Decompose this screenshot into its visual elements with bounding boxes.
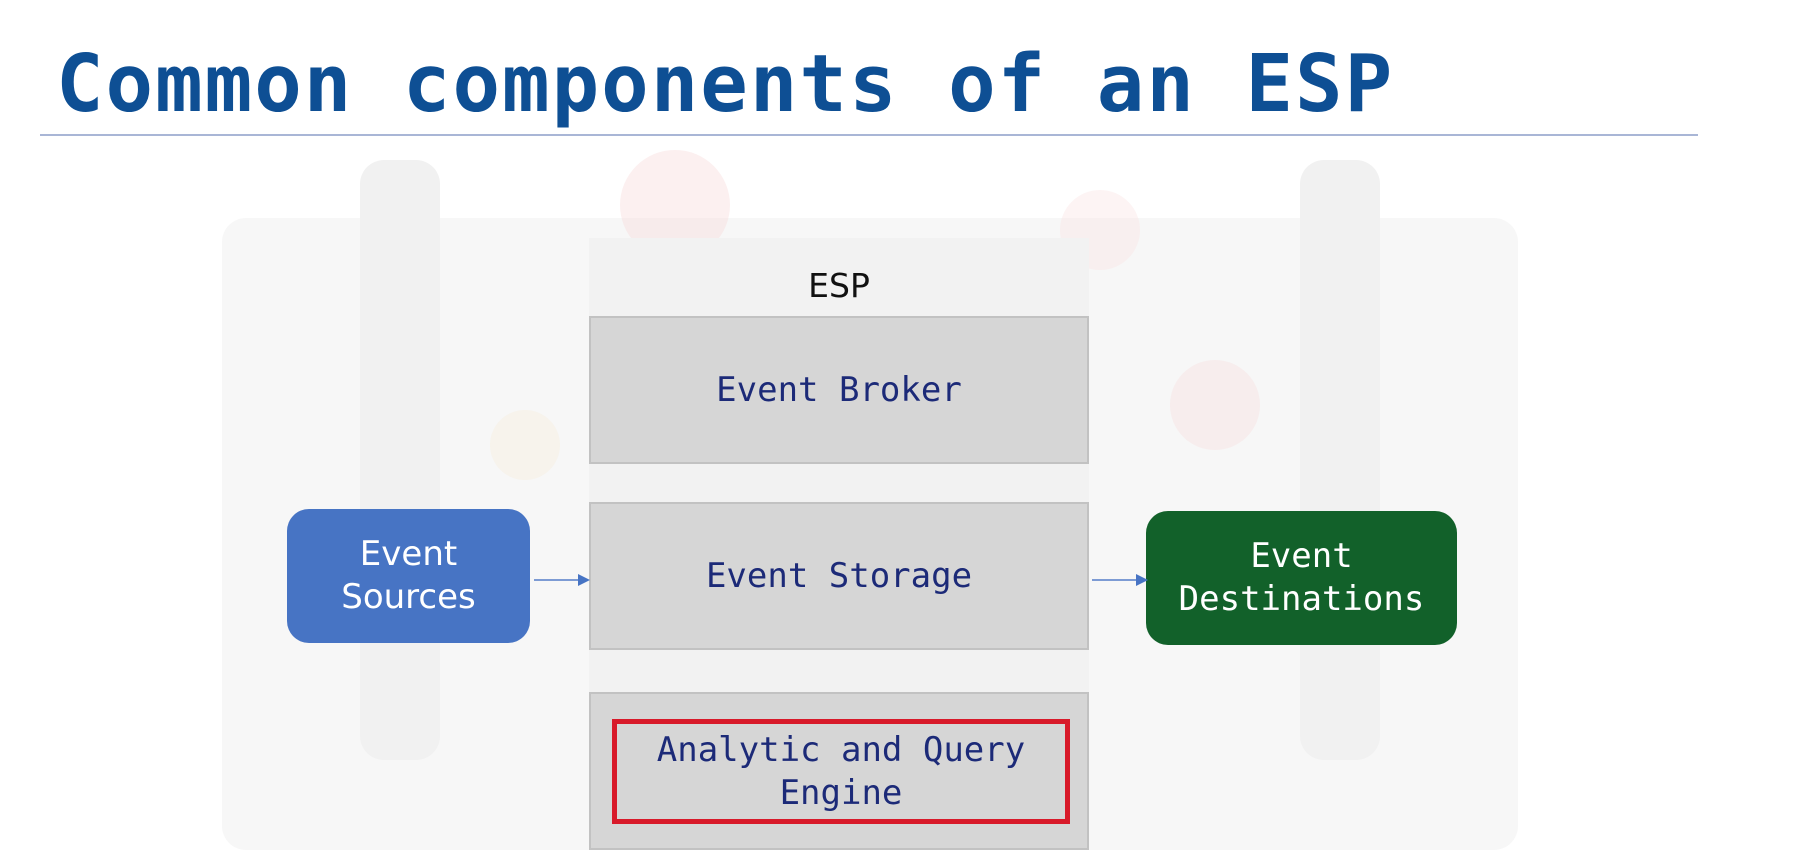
page-title: Common components of an ESP	[56, 38, 1395, 130]
analytic-query-engine-highlight: Analytic and Query Engine	[612, 719, 1070, 824]
sources-to-storage-arrow	[534, 574, 590, 586]
event-broker-box: Event Broker	[589, 316, 1089, 464]
event-broker-label: Event Broker	[716, 369, 962, 410]
event-destinations-label: Event Destinations	[1178, 536, 1425, 619]
storage-to-destinations-arrow	[1092, 574, 1148, 586]
event-destinations-box: Event Destinations	[1146, 511, 1457, 645]
title-divider	[40, 134, 1698, 136]
event-storage-box: Event Storage	[589, 502, 1089, 650]
slide: Common components of an ESP ESP Event Br…	[0, 0, 1806, 850]
event-sources-label: Event Sources	[341, 534, 476, 617]
analytic-query-engine-label: Analytic and Query Engine	[656, 729, 1026, 813]
esp-label: ESP	[808, 266, 870, 305]
event-sources-box: Event Sources	[287, 509, 530, 643]
event-storage-label: Event Storage	[705, 555, 973, 596]
